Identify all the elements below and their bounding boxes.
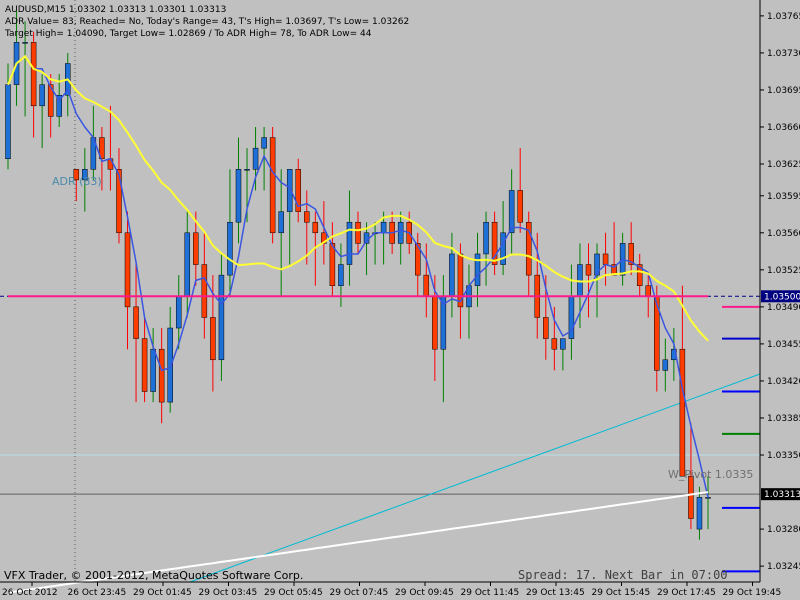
candle-body: [150, 348, 156, 392]
candle-body: [380, 221, 387, 234]
candle-body: [116, 169, 122, 234]
price-tick-label: 1.03660: [767, 123, 800, 133]
time-tick-label: 29 Oct 15:45: [592, 588, 651, 598]
time-tick-label: 29 Oct 05:45: [264, 588, 323, 598]
candle-body: [39, 84, 45, 107]
candle-body: [261, 137, 267, 149]
candle-body: [483, 221, 489, 255]
candle-body: [252, 147, 259, 170]
price-tick-label: 1.03595: [767, 192, 800, 202]
candle-body: [329, 243, 336, 286]
candle-body: [508, 190, 515, 234]
candle-body: [662, 359, 669, 371]
time-tick-label: 29 Oct 11:45: [461, 588, 520, 598]
candle-body: [201, 264, 208, 318]
time-tick-label: 29 Oct 13:45: [526, 588, 585, 598]
price-tick-label: 1.03730: [767, 49, 800, 59]
time-axis: 26 Oct 2012 26 Oct 23:45 29 Oct 01:45 29 Oc…: [2, 582, 781, 598]
time-tick-label: 29 Oct 17:45: [657, 588, 716, 598]
level-price-label: 1.03500: [764, 292, 800, 302]
candle-body: [235, 169, 242, 223]
adr-line: ADR Value= 83, Reached= No, Today's Rang…: [5, 17, 409, 27]
candle-body: [5, 84, 11, 159]
price-tick-label: 1.03490: [767, 303, 800, 313]
candle-body: [543, 317, 549, 339]
candle-body: [346, 221, 353, 265]
price-tick-label: 1.03695: [767, 86, 800, 96]
candle-body: [269, 137, 276, 234]
price-tick-label: 1.03455: [767, 340, 800, 350]
candle-body: [432, 296, 438, 350]
candle-body: [474, 253, 481, 286]
candle-body: [227, 221, 233, 276]
candle-body: [22, 42, 28, 44]
target-line: Target High= 1.04090, Target Low= 1.0286…: [4, 29, 372, 39]
candle-body: [210, 317, 216, 361]
candle-body: [184, 232, 191, 297]
candle-body: [167, 327, 173, 403]
price-tick-label: 1.03525: [767, 266, 800, 276]
candle-body: [696, 497, 703, 530]
candle-body: [449, 253, 455, 297]
time-tick-label: 29 Oct 09:45: [395, 588, 454, 598]
candle-body: [645, 285, 651, 297]
price-tick-label: 1.03560: [767, 229, 800, 239]
price-tick-label: 1.03385: [767, 414, 800, 424]
time-tick-label: 29 Oct 01:45: [133, 588, 192, 598]
time-tick-label: 29 Oct 19:45: [723, 588, 782, 598]
price-tick-label: 1.03420: [767, 377, 800, 387]
candle-body: [338, 264, 344, 286]
candle-body: [355, 221, 361, 244]
time-tick-label: 29 Oct 07:45: [330, 588, 389, 598]
candle-body: [705, 497, 711, 499]
candle-body: [423, 274, 430, 297]
price-tick-label: 1.03245: [767, 562, 800, 572]
symbol-line: AUDUSD,M15 1.03302 1.03313 1.03301 1.033…: [5, 5, 226, 15]
copyright-text: VFX Trader, © 2001-2012, MetaQuotes Soft…: [4, 569, 303, 582]
candle-body: [278, 211, 284, 234]
candle-body: [244, 169, 250, 171]
adr-label: ADR (83): [52, 175, 102, 188]
price-tick-label: 1.03350: [767, 451, 800, 461]
price-tick-label: 1.03280: [767, 525, 800, 535]
candle-body: [193, 232, 199, 265]
candle-body: [517, 190, 523, 223]
candle-body: [688, 475, 694, 519]
price-chart[interactable]: 1.03765 1.03730 1.03695 1.03660 1.03625 1.035…: [0, 0, 800, 600]
candle-body: [500, 232, 506, 265]
candle-body: [304, 211, 310, 223]
candle-body: [133, 306, 139, 339]
pivot-label: W_Pivot 1.0335: [668, 468, 753, 481]
current-price-label: 1.03313: [764, 490, 800, 500]
time-tick-label: 26 Oct 2012: [2, 588, 58, 598]
candle-body: [679, 348, 686, 477]
candle-body: [158, 348, 165, 403]
candle-body: [175, 296, 182, 329]
price-tick-label: 1.03765: [767, 12, 800, 22]
candle-body: [602, 253, 609, 265]
candle-body: [560, 338, 566, 350]
candle-body: [141, 338, 148, 392]
candle-body: [551, 338, 558, 350]
time-tick-label: 29 Oct 03:45: [199, 588, 258, 598]
candle-body: [218, 274, 225, 361]
time-tick-label: 26 Oct 23:45: [68, 588, 127, 598]
price-tick-label: 1.03625: [767, 160, 800, 170]
candle-body: [30, 42, 37, 107]
candle-body: [312, 221, 319, 234]
price-axis: 1.03765 1.03730 1.03695 1.03660 1.03625 1.035…: [760, 12, 800, 572]
candle-body: [585, 264, 592, 276]
candle-body: [397, 221, 404, 244]
status-text: Spread: 17. Next Bar in 07:00: [518, 568, 728, 582]
